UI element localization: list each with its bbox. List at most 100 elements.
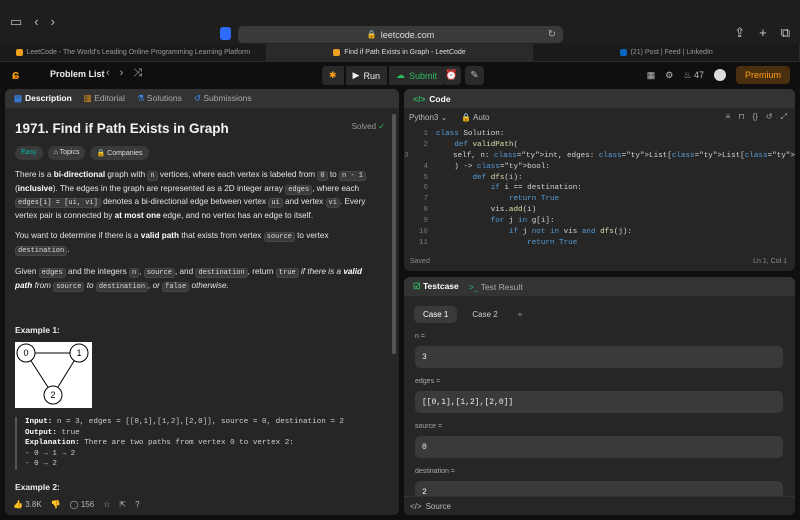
companies-label: Companies bbox=[107, 150, 143, 157]
tab-overview-icon[interactable]: ⧉ bbox=[781, 25, 790, 41]
streak-count: 47 bbox=[693, 69, 704, 80]
difficulty-badge[interactable]: Easy bbox=[15, 146, 43, 160]
value: There are two paths from vertex 0 to ver… bbox=[79, 439, 294, 447]
code-text: def dfs(i): bbox=[472, 173, 523, 182]
next-problem-icon[interactable]: › bbox=[120, 67, 124, 80]
field-input-edges[interactable]: [[0,1],[1,2],[2,0]] bbox=[415, 391, 783, 413]
description-scrollbar[interactable] bbox=[392, 114, 396, 354]
code-line[interactable]: 5 def dfs(i): bbox=[404, 173, 795, 184]
premium-button[interactable]: Premium bbox=[735, 66, 790, 84]
code-text: for j in g[i]: bbox=[490, 217, 555, 226]
code-line[interactable]: 1 class Solution: bbox=[404, 129, 795, 140]
notes-icon[interactable]: ✎ bbox=[465, 66, 484, 85]
inline-code: destination bbox=[195, 268, 248, 278]
inline-code: n bbox=[128, 268, 140, 278]
tab-test-result[interactable]: >_ Test Result bbox=[469, 282, 523, 292]
description-footer: 👍 3.8K 👎 ◯ 156 ☆ ⇱ ? bbox=[5, 494, 399, 515]
thumbs-up-icon: 👍 bbox=[13, 500, 23, 509]
like-button[interactable]: 👍 3.8K bbox=[13, 500, 42, 509]
code-line[interactable]: 2 def validPath( bbox=[404, 140, 795, 151]
code-line[interactable]: 7 return True bbox=[404, 194, 795, 205]
code-line[interactable]: 9 for j in g[i]: bbox=[404, 216, 795, 227]
address-bar[interactable]: 🔒 leetcode.com ↻ bbox=[238, 26, 563, 43]
timer-icon[interactable]: ⏰ bbox=[442, 66, 461, 85]
code-text: return True bbox=[508, 195, 560, 204]
privacy-shield-icon[interactable] bbox=[220, 27, 231, 40]
star-icon[interactable]: ☆ bbox=[103, 500, 110, 509]
prev-problem-icon[interactable]: ‹ bbox=[106, 67, 110, 80]
text: , and bbox=[174, 267, 196, 276]
label: Input: bbox=[25, 418, 53, 426]
topics-button[interactable]: ⌂ Topics bbox=[47, 146, 86, 160]
streak-counter[interactable]: ♨ 47 bbox=[683, 70, 704, 81]
dislike-icon[interactable]: 👎 bbox=[51, 500, 61, 509]
tab-description[interactable]: ▤ Description bbox=[14, 93, 72, 104]
submit-button[interactable]: ☁ Submit bbox=[388, 66, 444, 85]
field-input-n[interactable]: 3 bbox=[415, 346, 783, 368]
example-explanation: Explanation: There are two paths from ve… bbox=[25, 438, 380, 449]
format-icon[interactable]: ≡ bbox=[726, 112, 731, 122]
bookmark-icon[interactable]: ⊓ bbox=[738, 112, 744, 122]
run-button[interactable]: ▶ Run bbox=[345, 66, 387, 85]
forward-icon[interactable]: › bbox=[51, 14, 55, 30]
code-text: class Solution: bbox=[436, 130, 505, 138]
history-icon: ↺ bbox=[193, 93, 202, 103]
auto-mode-toggle[interactable]: 🔒 Auto bbox=[461, 113, 489, 122]
example-1-block: Input: n = 3, edges = [[0,1],[1,2],[2,0]… bbox=[15, 417, 380, 470]
code-line[interactable]: 6 if i == destination: bbox=[404, 183, 795, 194]
case-1-tab[interactable]: Case 1 bbox=[414, 306, 458, 323]
tab-title: Find if Path Exists in Graph - LeetCode bbox=[344, 49, 466, 56]
value: true bbox=[56, 428, 80, 437]
code-line[interactable]: 10 if j not in vis and dfs(j): bbox=[404, 227, 795, 238]
leetcode-logo-icon[interactable]: ɕ bbox=[12, 68, 24, 82]
code-text: vis.add(i) bbox=[436, 206, 537, 215]
braces-icon[interactable]: {} bbox=[753, 112, 758, 122]
text: edge, and no vertex has an edge to itsel… bbox=[160, 210, 314, 220]
tab-testcase[interactable]: ☑ Testcase bbox=[413, 281, 459, 292]
path-line: - 0 → 1 → 2 bbox=[25, 449, 76, 458]
tab-editorial[interactable]: ▥ Editorial bbox=[84, 93, 125, 104]
debug-button[interactable]: ✱ bbox=[322, 66, 344, 85]
reset-icon[interactable]: ↺ bbox=[766, 112, 773, 122]
tab-solutions[interactable]: ⚗ Solutions bbox=[137, 93, 182, 104]
layout-icon[interactable]: ▦ bbox=[647, 70, 656, 81]
like-count: 3.8K bbox=[25, 500, 42, 509]
testcase-fields: n = 3 edges = [[0,1],[1,2],[2,0]] source… bbox=[404, 333, 795, 503]
code-line[interactable]: 4 ) -> class="ty">bool: bbox=[404, 162, 795, 173]
language-select[interactable]: Python3 ⌄ bbox=[409, 113, 447, 122]
companies-button[interactable]: 🔒 Companies bbox=[90, 146, 149, 160]
comments-button[interactable]: ◯ 156 bbox=[70, 500, 95, 509]
reload-icon[interactable]: ↻ bbox=[548, 29, 556, 40]
text: Given bbox=[15, 267, 39, 276]
help-icon[interactable]: ? bbox=[135, 500, 139, 509]
tab-submissions[interactable]: ↺ Submissions bbox=[194, 93, 252, 104]
field-input-source[interactable]: 0 bbox=[415, 436, 783, 458]
code-editor[interactable]: 1 class Solution: 2 def validPath(3 self, … bbox=[404, 129, 795, 249]
case-2-tab[interactable]: Case 2 bbox=[463, 306, 506, 323]
new-tab-icon[interactable]: + bbox=[759, 25, 767, 41]
avatar[interactable] bbox=[713, 69, 726, 81]
submit-label: Submit bbox=[408, 70, 437, 81]
solved-status: Solved ✓ bbox=[352, 122, 385, 131]
share-icon[interactable]: ⇱ bbox=[119, 500, 126, 509]
sidebar-toggle-icon[interactable]: ▭ bbox=[10, 14, 22, 30]
example-1-heading: Example 1: bbox=[15, 325, 60, 335]
add-case-icon[interactable]: + bbox=[517, 309, 523, 321]
code-line[interactable]: 8 vis.add(i) bbox=[404, 205, 795, 216]
line-number: 4 bbox=[423, 162, 428, 171]
code-text: return True bbox=[527, 238, 578, 247]
code-line[interactable]: 11 return True bbox=[404, 238, 795, 249]
source-toggle[interactable]: </> Source bbox=[404, 496, 795, 515]
browser-tab-active[interactable]: Find if Path Exists in Graph - LeetCode bbox=[266, 44, 534, 61]
problem-list-link[interactable]: Problem List bbox=[50, 69, 105, 79]
settings-icon[interactable]: ⚙ bbox=[665, 70, 673, 81]
inline-code: edges bbox=[285, 184, 313, 195]
browser-tab[interactable]: (21) Post | Feed | LinkedIn bbox=[533, 44, 800, 61]
back-icon[interactable]: ‹ bbox=[34, 14, 38, 30]
code-line[interactable]: 3 self, n: class="ty">int, edges: class=… bbox=[404, 151, 795, 162]
share-icon[interactable]: ⇪ bbox=[734, 25, 745, 41]
browser-tab[interactable]: LeetCode - The World's Leading Online Pr… bbox=[0, 44, 267, 61]
expand-icon[interactable]: ⤢ bbox=[781, 112, 787, 122]
label: Explanation: bbox=[25, 439, 80, 447]
shuffle-icon[interactable]: ⤨ bbox=[133, 67, 142, 80]
